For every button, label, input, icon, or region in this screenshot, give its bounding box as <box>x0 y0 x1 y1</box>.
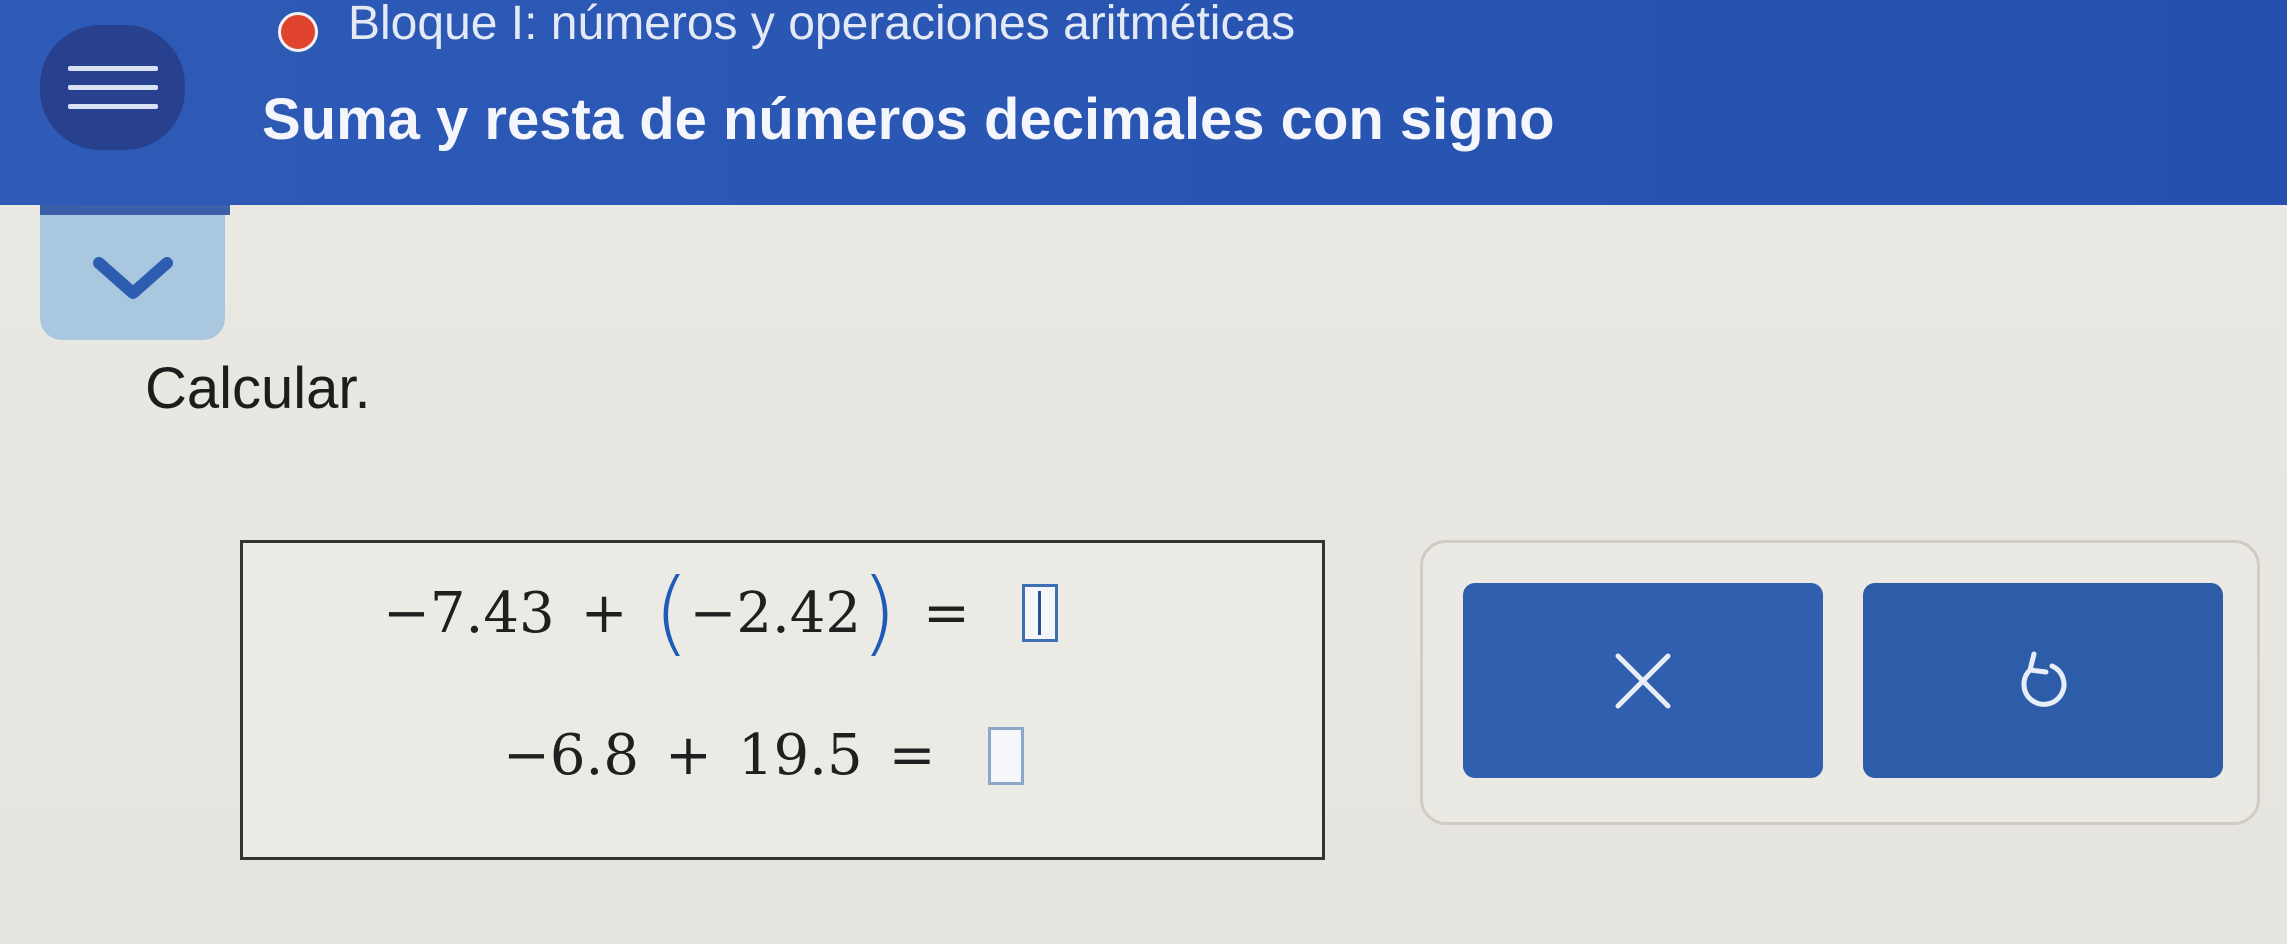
hamburger-icon-line <box>67 66 158 71</box>
equals-sign: = <box>922 580 970 646</box>
close-icon <box>1615 653 1671 708</box>
equation-row: −6.8 + 19.5 = <box>503 723 1024 788</box>
expand-toggle-button[interactable] <box>40 215 225 340</box>
operand-left: −7.43 <box>383 580 555 646</box>
answer-input[interactable] <box>987 726 1024 785</box>
menu-button[interactable] <box>40 25 185 150</box>
undo-icon <box>2021 651 2067 707</box>
hamburger-icon-line <box>67 85 158 90</box>
header: Bloque I: números y operaciones aritméti… <box>0 0 2287 205</box>
breadcrumb: Bloque I: números y operaciones aritméti… <box>348 0 1296 50</box>
header-underline <box>40 205 230 215</box>
undo-button[interactable] <box>1863 583 2223 778</box>
answer-input[interactable] <box>1021 584 1058 642</box>
status-dot-icon <box>278 12 318 52</box>
operand-left: −6.8 <box>503 723 639 788</box>
close-paren: ) <box>861 559 897 666</box>
plus-operator: + <box>580 580 628 646</box>
page: Bloque I: números y operaciones aritméti… <box>0 0 2287 944</box>
clear-button[interactable] <box>1463 583 1823 778</box>
tool-panel <box>1420 540 2260 825</box>
equation-row: −7.43 + ( −2.42 ) = <box>383 567 1058 659</box>
hamburger-icon-line <box>67 104 158 109</box>
open-paren: ( <box>653 559 690 666</box>
operand-right: −2.42 <box>689 580 862 646</box>
instruction-text: Calcular. <box>145 356 371 421</box>
equals-sign: = <box>888 723 936 788</box>
plus-operator: + <box>664 723 712 788</box>
operand-right: 19.5 <box>737 723 863 788</box>
problem-box: −7.43 + ( −2.42 ) = −6.8 + 19.5 = <box>240 540 1325 860</box>
chevron-down-icon <box>92 257 173 299</box>
page-title: Suma y resta de números decimales con si… <box>262 87 1555 152</box>
